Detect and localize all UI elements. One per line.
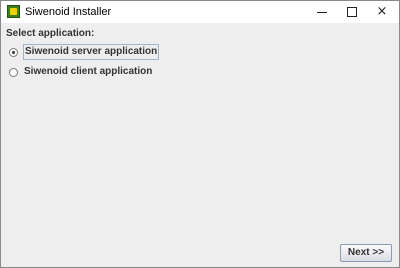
next-button[interactable]: Next >> xyxy=(340,244,392,262)
radio-button[interactable] xyxy=(9,67,18,77)
maximize-icon xyxy=(347,7,357,17)
radio-button-selected[interactable] xyxy=(9,47,18,57)
maximize-button[interactable] xyxy=(337,1,367,23)
installer-window: Siwenoid Installer × Select application:… xyxy=(0,0,400,268)
close-icon: × xyxy=(376,4,388,19)
option-label[interactable]: Siwenoid server application xyxy=(23,44,160,60)
minimize-icon xyxy=(317,12,327,13)
option-label[interactable]: Siwenoid client application xyxy=(23,65,153,79)
minimize-button[interactable] xyxy=(307,1,337,23)
close-button[interactable]: × xyxy=(367,1,397,23)
title-bar[interactable]: Siwenoid Installer × xyxy=(1,1,399,23)
option-client-application[interactable]: Siwenoid client application xyxy=(9,64,153,80)
option-server-application[interactable]: Siwenoid server application xyxy=(9,44,160,60)
select-application-heading: Select application: xyxy=(6,28,95,39)
window-title: Siwenoid Installer xyxy=(25,6,112,18)
app-icon xyxy=(7,5,20,18)
